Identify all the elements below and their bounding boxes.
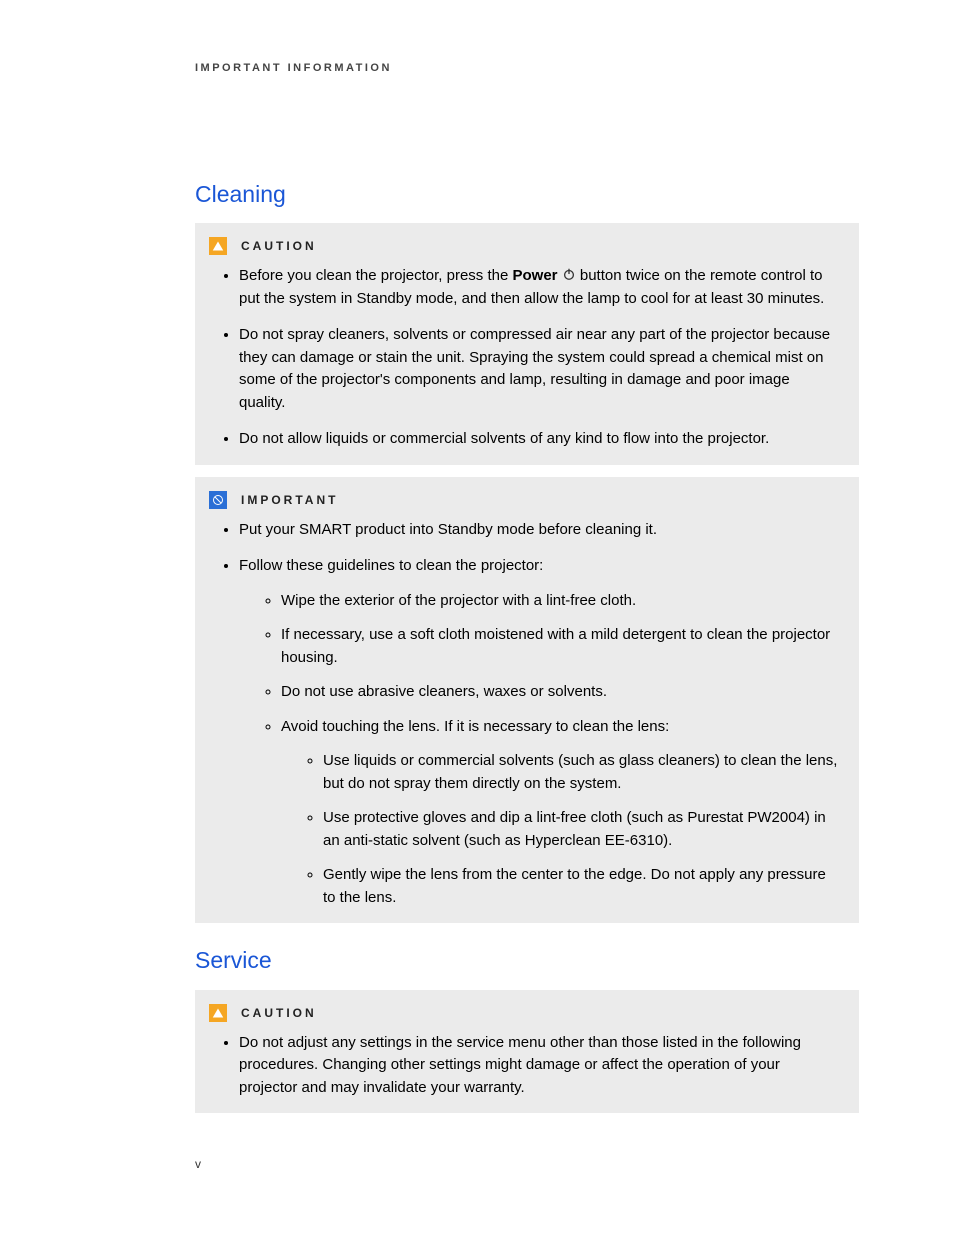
text-pre: Before you clean the projector, press th… [239, 267, 513, 284]
running-header: IMPORTANT INFORMATION [195, 60, 859, 77]
sub-sub-item: Use protective gloves and dip a lint-fre… [323, 807, 839, 852]
important-icon [209, 491, 227, 509]
callout-header: IMPORTANT [209, 491, 839, 509]
caution-label: CAUTION [241, 237, 317, 255]
sub-item: Wipe the exterior of the projector with … [281, 590, 839, 613]
caution-item: Do not allow liquids or commercial solve… [239, 428, 839, 451]
important-list: Put your SMART product into Standby mode… [209, 519, 839, 910]
sub-item: If necessary, use a soft cloth moistened… [281, 624, 839, 669]
section-title-cleaning: Cleaning [195, 177, 859, 212]
important-item: Put your SMART product into Standby mode… [239, 519, 839, 542]
power-icon [562, 266, 576, 280]
important-callout-cleaning: IMPORTANT Put your SMART product into St… [195, 477, 859, 924]
important-item: Follow these guidelines to clean the pro… [239, 555, 839, 909]
sub-list: Wipe the exterior of the projector with … [239, 590, 839, 910]
caution-item: Do not spray cleaners, solvents or compr… [239, 324, 839, 414]
caution-item: Do not adjust any settings in the servic… [239, 1032, 839, 1100]
sub-sub-item: Gently wipe the lens from the center to … [323, 864, 839, 909]
caution-icon [209, 237, 227, 255]
caution-callout-cleaning: CAUTION Before you clean the projector, … [195, 223, 859, 465]
item-text: Follow these guidelines to clean the pro… [239, 557, 543, 574]
caution-list: Do not adjust any settings in the servic… [209, 1032, 839, 1100]
callout-header: CAUTION [209, 1004, 839, 1022]
caution-callout-service: CAUTION Do not adjust any settings in th… [195, 990, 859, 1114]
caution-label: CAUTION [241, 1004, 317, 1022]
sub-item: Do not use abrasive cleaners, waxes or s… [281, 681, 839, 704]
page-number: v [195, 1155, 201, 1173]
caution-icon [209, 1004, 227, 1022]
caution-item: Before you clean the projector, press th… [239, 265, 839, 310]
power-word: Power [513, 267, 558, 284]
section-title-service: Service [195, 943, 859, 978]
caution-list: Before you clean the projector, press th… [209, 265, 839, 451]
item-text: Avoid touching the lens. If it is necess… [281, 718, 669, 735]
sub-sub-item: Use liquids or commercial solvents (such… [323, 750, 839, 795]
sub-item: Avoid touching the lens. If it is necess… [281, 716, 839, 910]
sub-sub-list: Use liquids or commercial solvents (such… [281, 750, 839, 909]
callout-header: CAUTION [209, 237, 839, 255]
important-label: IMPORTANT [241, 491, 338, 509]
